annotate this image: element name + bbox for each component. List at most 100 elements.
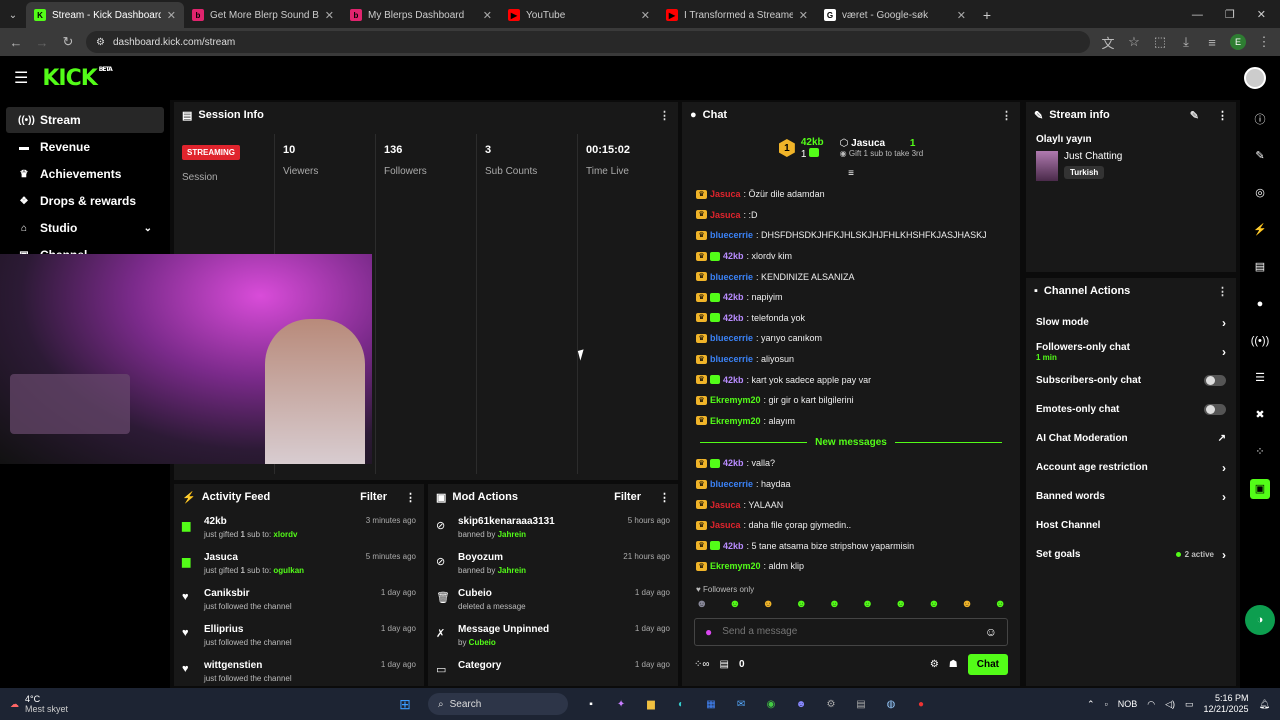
user-avatar[interactable] xyxy=(1244,67,1266,89)
chat-username[interactable]: Ekremym20 xyxy=(710,416,761,426)
channel-action-followers-only-chat[interactable]: Followers-only chat 1 min › xyxy=(1026,337,1236,366)
chat-username[interactable]: 42kb xyxy=(723,458,744,468)
restore-icon[interactable]: ❐ xyxy=(1225,2,1235,28)
file-explorer-icon[interactable]: ▆ xyxy=(640,693,662,715)
copilot-icon[interactable]: ✦ xyxy=(610,693,632,715)
mod-menu-icon[interactable]: ⋮ xyxy=(659,491,670,504)
notification-icon[interactable]: 🔔︎ xyxy=(1259,699,1270,710)
chat-username[interactable]: Ekremym20 xyxy=(710,561,761,571)
chat-username[interactable]: bluecerrie xyxy=(710,230,753,240)
calculator-icon[interactable]: ▤ xyxy=(850,693,872,715)
toggle-switch[interactable] xyxy=(1204,404,1226,415)
app-red-icon[interactable]: ● xyxy=(910,693,932,715)
tray-app-icon[interactable]: ▫ xyxy=(1105,699,1108,709)
volume-icon[interactable]: ◁) xyxy=(1165,699,1175,710)
task-view-icon[interactable]: ▪ xyxy=(580,693,602,715)
chat-filter-icon[interactable]: ≡ xyxy=(682,168,1020,184)
emote-9-icon[interactable]: ☻ xyxy=(961,598,973,610)
battery-icon[interactable]: ▭ xyxy=(1185,699,1194,710)
tab-close-icon[interactable]: ✕ xyxy=(957,9,966,22)
emote-6-icon[interactable]: ☻ xyxy=(862,598,874,610)
chat-message[interactable]: ♛ Ekremym20: gir gir o kart bilgilerini xyxy=(682,390,1020,411)
mod-action-item[interactable]: 🗑︎ Cubeio deleted a message 1 day ago xyxy=(428,582,678,618)
chat-message[interactable]: ♛ bluecerrie: haydaa xyxy=(682,474,1020,495)
chat-message[interactable]: ♛ Jasuca: daha file çorap giymedin.. xyxy=(682,515,1020,536)
browser-tab[interactable]: K Stream - Kick Dashboard ✕ xyxy=(26,2,184,28)
emote-4-icon[interactable]: ☻ xyxy=(795,598,807,610)
chest-icon[interactable]: ▤ xyxy=(720,659,729,670)
chat-send-button[interactable]: Chat xyxy=(967,653,1008,675)
chat-message[interactable]: ♛ Ekremym20: aldm klip xyxy=(682,556,1020,577)
emote-1-icon[interactable]: ☻ xyxy=(696,598,708,610)
discord-icon[interactable]: ☻ xyxy=(790,693,812,715)
reload-icon[interactable]: ↻ xyxy=(60,34,76,50)
emote-2-icon[interactable]: ☻ xyxy=(729,598,741,610)
new-messages-divider[interactable]: New messages xyxy=(692,431,1010,453)
chat-username[interactable]: Jasuca xyxy=(710,189,741,199)
channel-action-slow-mode[interactable]: Slow mode › xyxy=(1026,308,1236,337)
chat-username[interactable]: bluecerrie xyxy=(710,333,753,343)
emote-5-icon[interactable]: ☻ xyxy=(829,598,841,610)
site-info-icon[interactable]: ⚙ xyxy=(96,37,105,48)
edge-icon[interactable]: ◐ xyxy=(670,693,692,715)
channel-action-set-goals[interactable]: Set goals 2 active › xyxy=(1026,540,1236,569)
browser-tab[interactable]: ▶ I Transformed a Streamer's Life ✕ xyxy=(658,2,816,28)
kick-extension-icon[interactable]: ▣ xyxy=(1240,470,1280,507)
chat-message[interactable]: ♛ 42kb: xlordv kim xyxy=(682,246,1020,267)
tab-search-icon[interactable]: ⌄ xyxy=(0,2,26,28)
mod-action-item[interactable]: ⊘ skip61kenaraaa3131 banned by Jahrein 5 ho… xyxy=(428,510,678,546)
url-field[interactable]: ⚙ dashboard.kick.com/stream xyxy=(86,31,1090,53)
chat-username[interactable]: 42kb xyxy=(723,375,744,385)
points-icon[interactable]: ⁘∞ xyxy=(694,659,710,670)
emoji-picker-icon[interactable]: ☺ xyxy=(985,625,997,639)
chevron-right-icon[interactable]: › xyxy=(1222,345,1226,359)
bookmark-star-icon[interactable]: ☆ xyxy=(1126,34,1142,50)
extensions-icon[interactable]: ⬚ xyxy=(1152,34,1168,50)
chevron-right-icon[interactable]: › xyxy=(1222,548,1226,562)
chat-username[interactable]: 42kb xyxy=(723,313,744,323)
layout-icon[interactable]: ☰ xyxy=(1240,359,1280,396)
sidebar-item-stream[interactable]: ((•)) Stream xyxy=(6,107,164,133)
chat-username[interactable]: 42kb xyxy=(723,541,744,551)
camera-icon[interactable]: ◎ xyxy=(1240,174,1280,211)
mod-filter-button[interactable]: Filter xyxy=(614,491,641,503)
support-icon[interactable]: ◑ xyxy=(1240,601,1280,638)
activity-item[interactable]: ▆ Jasuca just gifted 1 sub to: ogulkan 5 mi… xyxy=(174,546,424,582)
channel-action-account-age-restriction[interactable]: Account age restriction › xyxy=(1026,453,1236,482)
bolt-icon[interactable]: ⚡ xyxy=(1240,211,1280,248)
chat-message[interactable]: ♛ bluecerrie: DHSFDHSDKJHFKJHLSKJHJFHLKHS… xyxy=(682,225,1020,246)
sidebar-item-studio[interactable]: ⌂ Studio ⌄ xyxy=(6,215,164,241)
chat-message[interactable]: ♛ 42kb: 5 tane atsama bize stripshow yapa… xyxy=(682,536,1020,557)
session-info-menu-icon[interactable]: ⋮ xyxy=(659,109,670,122)
activity-item[interactable]: ▆ 42kb just gifted 1 sub to: xlordv 3 minut… xyxy=(174,510,424,546)
chat-mic-icon[interactable]: ● xyxy=(705,625,712,639)
close-window-icon[interactable]: ✕ xyxy=(1257,2,1266,28)
wrench-icon[interactable]: ✖ xyxy=(1240,396,1280,433)
kick-logo[interactable]: KICK BETA xyxy=(42,66,112,91)
steam-icon[interactable]: ◍ xyxy=(880,693,902,715)
notes-icon[interactable]: ▤ xyxy=(1240,248,1280,285)
chat-message[interactable]: ♛ Jasuca: :D xyxy=(682,205,1020,226)
channel-action-emotes-only-chat[interactable]: Emotes-only chat xyxy=(1026,395,1236,424)
gift-leaderboard[interactable]: 1 42kb 1 ⬡ Jasuca 1 ◉ Gift 1 sub to take 3… xyxy=(682,128,1020,168)
chevron-right-icon[interactable]: › xyxy=(1222,490,1226,504)
chat-username[interactable]: Jasuca xyxy=(710,500,741,510)
chat-username[interactable]: Ekremym20 xyxy=(710,395,761,405)
chat-input-box[interactable]: ● ☺ xyxy=(694,617,1008,646)
mail-icon[interactable]: ✉ xyxy=(730,693,752,715)
activity-item[interactable]: ♥ Elliprius just followed the channel 1 day… xyxy=(174,618,424,654)
channel-action-banned-words[interactable]: Banned words › xyxy=(1026,482,1236,511)
browser-menu-icon[interactable]: ⋮ xyxy=(1256,34,1272,50)
chat-message[interactable]: ♛ 42kb: valla? xyxy=(682,453,1020,474)
browser-tab[interactable]: ▶ YouTube ✕ xyxy=(500,2,658,28)
channel-action-host-channel[interactable]: Host Channel xyxy=(1026,511,1236,540)
taskbar-search[interactable]: ⌕ Search xyxy=(428,693,569,715)
hamburger-menu-icon[interactable]: ☰ xyxy=(14,68,28,88)
clock[interactable]: 5:16 PM 12/21/2025 xyxy=(1204,693,1249,715)
chat-message[interactable]: ♛ Ekremym20: alayım xyxy=(682,411,1020,432)
chat-message-input[interactable] xyxy=(722,626,975,638)
chat-username[interactable]: Jasuca xyxy=(710,520,741,530)
emote-8-icon[interactable]: ☻ xyxy=(928,598,940,610)
language-indicator[interactable]: NOB xyxy=(1118,699,1138,709)
back-icon[interactable]: ← xyxy=(8,35,24,50)
